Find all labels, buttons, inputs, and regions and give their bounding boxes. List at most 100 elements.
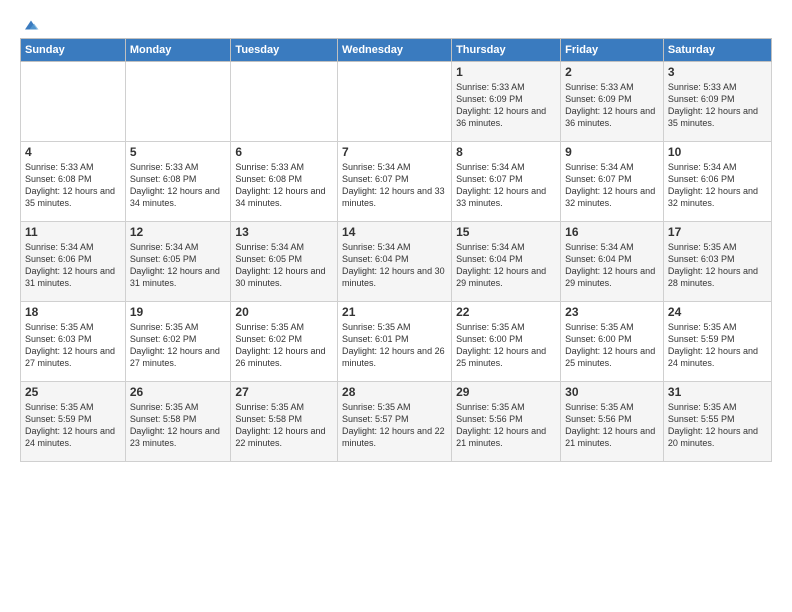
day-number: 11 [25,225,121,239]
day-info: Sunrise: 5:35 AMSunset: 6:01 PMDaylight:… [342,321,447,370]
day-cell: 9Sunrise: 5:34 AMSunset: 6:07 PMDaylight… [561,142,664,222]
day-cell: 12 Sunrise: 5:34 AMSunset: 6:05 PMDayligh… [125,222,231,302]
day-info: Sunrise: 5:35 AMSunset: 5:56 PMDaylight:… [456,401,556,450]
day-number: 30 [565,385,659,399]
day-info: Sunrise: 5:33 AMSunset: 6:09 PMDaylight:… [456,81,556,130]
day-cell: 15 Sunrise: 5:34 AMSunset: 6:04 PMDayligh… [452,222,561,302]
calendar-table: SundayMondayTuesdayWednesdayThursdayFrid… [20,38,772,462]
day-cell: 30 Sunrise: 5:35 AMSunset: 5:56 PMDayligh… [561,382,664,462]
day-info: Sunrise: 5:35 AMSunset: 5:56 PMDaylight:… [565,401,659,450]
day-cell: 31 Sunrise: 5:35 AMSunset: 5:55 PMDayligh… [663,382,771,462]
day-info: Sunrise: 5:35 AMSunset: 5:58 PMDaylight:… [235,401,333,450]
weekday-header-thursday: Thursday [452,39,561,62]
day-cell: 11 Sunrise: 5:34 AMSunset: 6:06 PMDayligh… [21,222,126,302]
day-info: Sunrise: 5:35 AMSunset: 6:00 PMDaylight:… [565,321,659,370]
day-cell: 18 Sunrise: 5:35 AMSunset: 6:03 PMDayligh… [21,302,126,382]
weekday-header-monday: Monday [125,39,231,62]
day-info: Sunrise: 5:35 AMSunset: 6:00 PMDaylight:… [456,321,556,370]
day-number: 26 [130,385,227,399]
day-number: 20 [235,305,333,319]
day-cell: 23Sunrise: 5:35 AMSunset: 6:00 PMDayligh… [561,302,664,382]
day-info: Sunrise: 5:35 AMSunset: 6:02 PMDaylight:… [235,321,333,370]
day-cell: 24 Sunrise: 5:35 AMSunset: 5:59 PMDayligh… [663,302,771,382]
day-number: 5 [130,145,227,159]
day-number: 29 [456,385,556,399]
day-number: 12 [130,225,227,239]
day-number: 28 [342,385,447,399]
day-cell: 14 Sunrise: 5:34 AMSunset: 6:04 PMDayligh… [338,222,452,302]
day-info: Sunrise: 5:34 AMSunset: 6:04 PMDaylight:… [565,241,659,290]
day-cell [21,62,126,142]
day-cell: 29 Sunrise: 5:35 AMSunset: 5:56 PMDayligh… [452,382,561,462]
day-cell: 13 Sunrise: 5:34 AMSunset: 6:05 PMDayligh… [231,222,338,302]
day-cell: 21 Sunrise: 5:35 AMSunset: 6:01 PMDayligh… [338,302,452,382]
weekday-header-row: SundayMondayTuesdayWednesdayThursdayFrid… [21,39,772,62]
day-info: Sunrise: 5:35 AMSunset: 5:58 PMDaylight:… [130,401,227,450]
header [20,16,772,30]
day-cell [338,62,452,142]
day-cell: 6 Sunrise: 5:33 AMSunset: 6:08 PMDaylight… [231,142,338,222]
day-info: Sunrise: 5:33 AMSunset: 6:09 PMDaylight:… [668,81,767,130]
weekday-header-sunday: Sunday [21,39,126,62]
day-info: Sunrise: 5:35 AMSunset: 5:55 PMDaylight:… [668,401,767,450]
day-cell: 19Sunrise: 5:35 AMSunset: 6:02 PMDayligh… [125,302,231,382]
day-cell: 26 Sunrise: 5:35 AMSunset: 5:58 PMDayligh… [125,382,231,462]
day-number: 18 [25,305,121,319]
day-cell: 1 Sunrise: 5:33 AMSunset: 6:09 PMDaylight… [452,62,561,142]
day-number: 2 [565,65,659,79]
day-cell: 22 Sunrise: 5:35 AMSunset: 6:00 PMDayligh… [452,302,561,382]
day-info: Sunrise: 5:34 AMSunset: 6:06 PMDaylight:… [25,241,121,290]
weekday-header-wednesday: Wednesday [338,39,452,62]
day-info: Sunrise: 5:34 AMSunset: 6:05 PMDaylight:… [235,241,333,290]
day-info: Sunrise: 5:33 AMSunset: 6:09 PMDaylight:… [565,81,659,130]
day-cell: 17Sunrise: 5:35 AMSunset: 6:03 PMDayligh… [663,222,771,302]
day-number: 8 [456,145,556,159]
day-info: Sunrise: 5:34 AMSunset: 6:07 PMDaylight:… [342,161,447,210]
day-cell: 27 Sunrise: 5:35 AMSunset: 5:58 PMDayligh… [231,382,338,462]
weekday-header-saturday: Saturday [663,39,771,62]
day-number: 1 [456,65,556,79]
day-number: 25 [25,385,121,399]
day-number: 6 [235,145,333,159]
day-info: Sunrise: 5:33 AMSunset: 6:08 PMDaylight:… [130,161,227,210]
day-info: Sunrise: 5:34 AMSunset: 6:06 PMDaylight:… [668,161,767,210]
logo-icon [22,16,40,34]
day-number: 27 [235,385,333,399]
weekday-header-friday: Friday [561,39,664,62]
day-number: 13 [235,225,333,239]
day-cell: 3Sunrise: 5:33 AMSunset: 6:09 PMDaylight… [663,62,771,142]
day-number: 14 [342,225,447,239]
day-number: 4 [25,145,121,159]
day-number: 22 [456,305,556,319]
day-number: 21 [342,305,447,319]
day-info: Sunrise: 5:34 AMSunset: 6:05 PMDaylight:… [130,241,227,290]
day-cell: 10 Sunrise: 5:34 AMSunset: 6:06 PMDayligh… [663,142,771,222]
week-row-5: 25 Sunrise: 5:35 AMSunset: 5:59 PMDayligh… [21,382,772,462]
day-info: Sunrise: 5:35 AMSunset: 6:03 PMDaylight:… [668,241,767,290]
day-number: 7 [342,145,447,159]
day-cell: 7 Sunrise: 5:34 AMSunset: 6:07 PMDaylight… [338,142,452,222]
day-number: 15 [456,225,556,239]
day-info: Sunrise: 5:35 AMSunset: 5:57 PMDaylight:… [342,401,447,450]
day-cell: 28 Sunrise: 5:35 AMSunset: 5:57 PMDayligh… [338,382,452,462]
day-number: 31 [668,385,767,399]
day-info: Sunrise: 5:33 AMSunset: 6:08 PMDaylight:… [25,161,121,210]
day-info: Sunrise: 5:34 AMSunset: 6:04 PMDaylight:… [342,241,447,290]
day-cell [125,62,231,142]
day-cell: 25 Sunrise: 5:35 AMSunset: 5:59 PMDayligh… [21,382,126,462]
day-info: Sunrise: 5:34 AMSunset: 6:07 PMDaylight:… [456,161,556,210]
day-number: 24 [668,305,767,319]
week-row-2: 4 Sunrise: 5:33 AMSunset: 6:08 PMDaylight… [21,142,772,222]
week-row-4: 18 Sunrise: 5:35 AMSunset: 6:03 PMDayligh… [21,302,772,382]
logo [20,16,40,30]
day-number: 16 [565,225,659,239]
day-info: Sunrise: 5:34 AMSunset: 6:04 PMDaylight:… [456,241,556,290]
day-info: Sunrise: 5:35 AMSunset: 6:03 PMDaylight:… [25,321,121,370]
day-info: Sunrise: 5:33 AMSunset: 6:08 PMDaylight:… [235,161,333,210]
day-info: Sunrise: 5:35 AMSunset: 5:59 PMDaylight:… [25,401,121,450]
day-info: Sunrise: 5:34 AMSunset: 6:07 PMDaylight:… [565,161,659,210]
day-cell: 5 Sunrise: 5:33 AMSunset: 6:08 PMDaylight… [125,142,231,222]
week-row-3: 11 Sunrise: 5:34 AMSunset: 6:06 PMDayligh… [21,222,772,302]
day-info: Sunrise: 5:35 AMSunset: 5:59 PMDaylight:… [668,321,767,370]
day-number: 10 [668,145,767,159]
